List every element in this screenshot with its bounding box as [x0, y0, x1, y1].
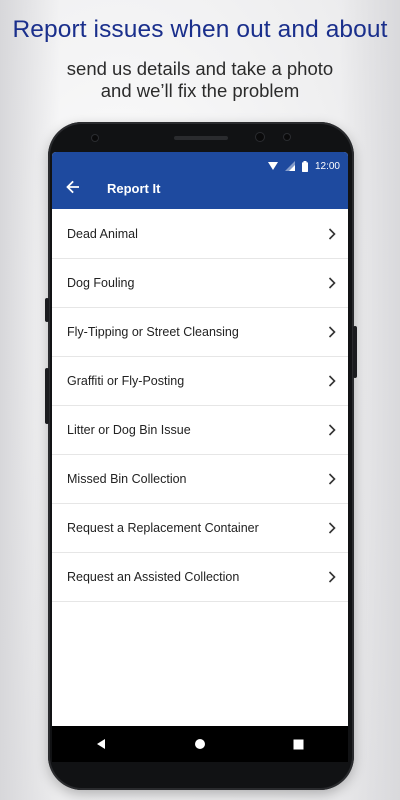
- signal-icon: [284, 161, 295, 171]
- list-item[interactable]: Request a Replacement Container: [52, 504, 348, 553]
- report-type-list: Dead Animal Dog Fouling Fly-Tipping or Str…: [52, 210, 348, 602]
- status-bar: 12:00: [267, 158, 340, 174]
- phone-side-button: [45, 368, 49, 424]
- phone-side-button: [45, 298, 49, 322]
- list-item[interactable]: Request an Assisted Collection: [52, 553, 348, 602]
- list-item[interactable]: Litter or Dog Bin Issue: [52, 406, 348, 455]
- list-item-label: Fly-Tipping or Street Cleansing: [67, 325, 239, 339]
- promo-subline-line-1: send us details and take a photo: [66, 58, 334, 79]
- back-arrow-icon[interactable]: [64, 178, 82, 196]
- list-item-label: Dog Fouling: [67, 276, 135, 290]
- phone-power-button: [353, 326, 357, 378]
- list-item[interactable]: Missed Bin Collection: [52, 455, 348, 504]
- list-item-label: Request an Assisted Collection: [67, 570, 240, 584]
- list-item[interactable]: Dog Fouling: [52, 259, 348, 308]
- list-item-label: Missed Bin Collection: [67, 472, 187, 486]
- square-recents-icon: [293, 739, 304, 749]
- list-item[interactable]: Graffiti or Fly-Posting: [52, 357, 348, 406]
- nav-back-button[interactable]: [86, 729, 116, 759]
- chevron-right-icon: [328, 375, 336, 387]
- status-time: 12:00: [314, 160, 340, 172]
- list-item-label: Request a Replacement Container: [67, 521, 259, 535]
- list-item-label: Dead Animal: [67, 227, 138, 241]
- app-bar: 12:00 Report It: [52, 152, 348, 209]
- phone-sensor: [92, 135, 98, 141]
- chevron-right-icon: [328, 571, 336, 583]
- chevron-right-icon: [328, 326, 336, 338]
- battery-icon: [301, 160, 308, 172]
- list-item[interactable]: Dead Animal: [52, 210, 348, 259]
- page-title: Report It: [107, 181, 161, 196]
- chevron-right-icon: [328, 473, 336, 485]
- chevron-right-icon: [328, 228, 336, 240]
- app-screen: 12:00 Report It Dead Animal Dog Fouling Fl…: [52, 152, 348, 726]
- list-item[interactable]: Fly-Tipping or Street Cleansing: [52, 308, 348, 357]
- wifi-icon: [267, 161, 278, 171]
- android-nav-bar: [52, 726, 348, 762]
- promo-headline: Report issues when out and about: [12, 16, 388, 43]
- triangle-back-icon: [97, 739, 106, 749]
- phone-speaker: [174, 136, 228, 140]
- promo-subline: send us details and take a photo and we’…: [0, 58, 400, 102]
- phone-sensor: [284, 134, 290, 140]
- promo-subline-line-2: and we’ll fix the problem: [100, 80, 300, 101]
- chevron-right-icon: [328, 277, 336, 289]
- list-item-label: Graffiti or Fly-Posting: [67, 374, 185, 388]
- circle-home-icon: [194, 739, 205, 749]
- chevron-right-icon: [328, 424, 336, 436]
- nav-recents-button[interactable]: [284, 729, 314, 759]
- chevron-right-icon: [328, 522, 336, 534]
- nav-home-button[interactable]: [185, 729, 215, 759]
- phone-camera: [256, 133, 264, 141]
- list-item-label: Litter or Dog Bin Issue: [67, 423, 191, 437]
